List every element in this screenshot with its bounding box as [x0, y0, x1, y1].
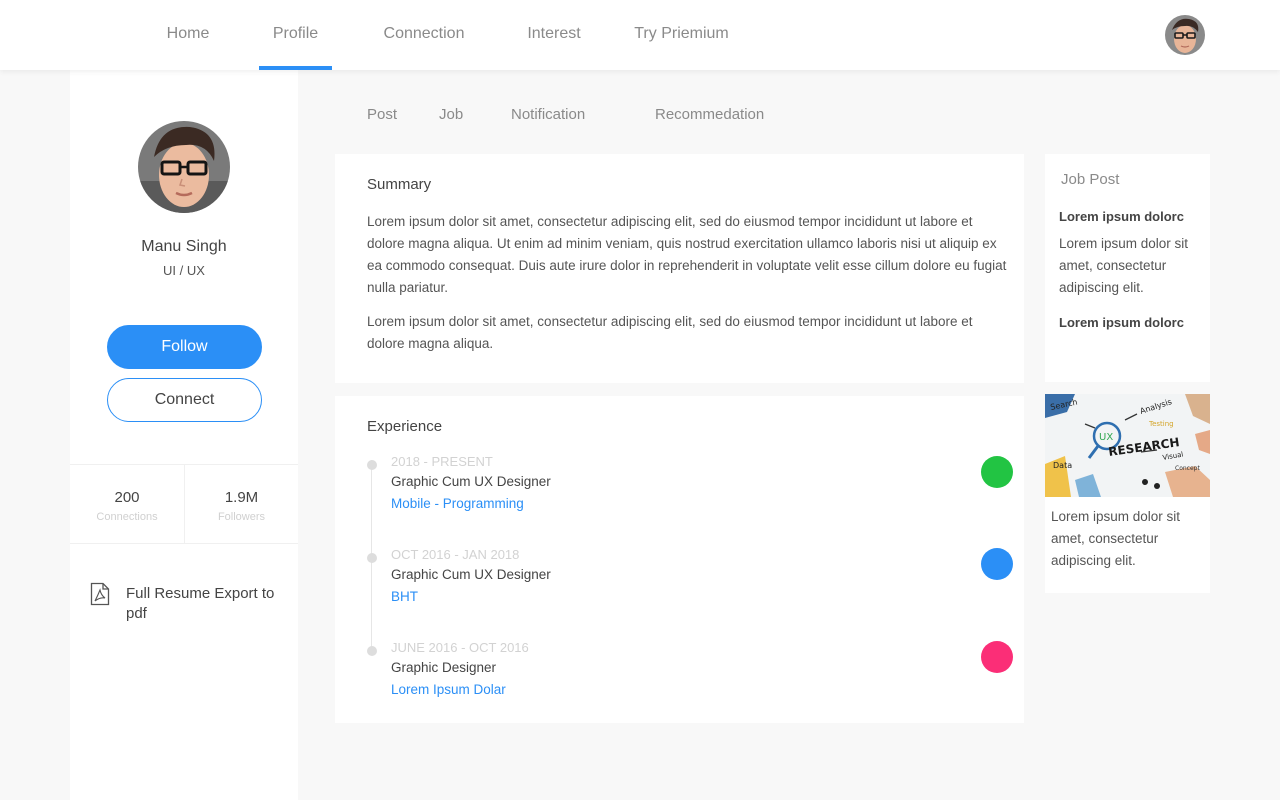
profile-name: Manu Singh — [141, 238, 227, 255]
experience-card: Experience 2018 - PRESENT Graphic Cum UX… — [335, 396, 1024, 723]
experience-date: OCT 2016 - JAN 2018 — [391, 547, 520, 562]
job-post-heading[interactable]: Lorem ipsum dolorc — [1059, 209, 1184, 224]
experience-date: 2018 - PRESENT — [391, 454, 493, 469]
tab-notification[interactable]: Notification — [511, 106, 585, 123]
stat-label: Connections — [96, 511, 158, 523]
nav-try-premium[interactable]: Try Priemium — [624, 0, 739, 70]
experience-item: OCT 2016 - JAN 2018 Graphic Cum UX Desig… — [367, 547, 1017, 617]
experience-role: Graphic Cum UX Designer — [391, 567, 551, 582]
nav-interest[interactable]: Interest — [514, 0, 594, 70]
connect-button[interactable]: Connect — [107, 378, 262, 422]
experience-role: Graphic Cum UX Designer — [391, 474, 551, 489]
pdf-file-icon — [90, 582, 110, 606]
top-navigation-bar: Home Profile Connection Interest Try Pri… — [0, 0, 1280, 70]
tab-recommendation[interactable]: Recommedation — [655, 106, 764, 123]
image-text-ux: UX — [1099, 432, 1113, 443]
job-post-heading[interactable]: Lorem ipsum dolorc — [1059, 315, 1184, 330]
timeline-dot — [367, 646, 377, 656]
summary-title: Summary — [367, 176, 432, 193]
timeline-dot — [367, 553, 377, 563]
summary-card: Summary Lorem ipsum dolor sit amet, cons… — [335, 154, 1024, 383]
experience-company-link[interactable]: BHT — [391, 589, 418, 604]
profile-avatar — [138, 121, 230, 213]
experience-item: JUNE 2016 - OCT 2016 Graphic Designer Lo… — [367, 640, 1017, 710]
image-text-concept: Concept — [1175, 465, 1200, 472]
image-text-testing: Testing — [1148, 420, 1174, 428]
stat-value: 200 — [114, 489, 140, 506]
ux-research-illustration: UX RESEARCH Search Analysis Testing Data… — [1045, 394, 1210, 497]
follow-button[interactable]: Follow — [107, 325, 262, 369]
resume-export-link[interactable]: Full Resume Export to pdf — [90, 582, 280, 630]
stat-followers[interactable]: 1.9M Followers — [184, 465, 298, 543]
nav-connection[interactable]: Connection — [370, 0, 478, 70]
resume-export-label: Full Resume Export to pdf — [126, 585, 275, 622]
image-text-data: Data — [1053, 461, 1072, 470]
user-avatar[interactable] — [1165, 15, 1205, 55]
job-post-text: Lorem ipsum dolor sit amet, consectetur … — [1059, 236, 1189, 295]
experience-role: Graphic Designer — [391, 660, 497, 675]
promo-text: Lorem ipsum dolor sit amet, consectetur … — [1051, 509, 1181, 568]
nav-home[interactable]: Home — [150, 0, 226, 70]
company-logo-pink — [981, 641, 1013, 673]
stat-label: Followers — [217, 511, 266, 523]
job-post-card: Job Post Lorem ipsum dolorc Lorem ipsum … — [1045, 154, 1210, 382]
tab-post[interactable]: Post — [367, 106, 397, 123]
profile-stats: 200 Connections 1.9M Followers — [70, 464, 298, 544]
profile-sidebar: Manu Singh UI / UX Follow Connect 200 Co… — [70, 70, 298, 800]
tab-job[interactable]: Job — [439, 106, 463, 123]
summary-paragraph: Lorem ipsum dolor sit amet, consectetur … — [367, 314, 973, 351]
company-logo-blue — [981, 548, 1013, 580]
experience-company-link[interactable]: Lorem Ipsum Dolar — [391, 682, 506, 697]
research-promo-card[interactable]: UX RESEARCH Search Analysis Testing Data… — [1045, 394, 1210, 593]
nav-profile[interactable]: Profile — [259, 0, 332, 70]
experience-title: Experience — [367, 418, 443, 435]
job-post-title: Job Post — [1061, 171, 1120, 188]
experience-item: 2018 - PRESENT Graphic Cum UX Designer M… — [367, 454, 1017, 524]
timeline-dot — [367, 460, 377, 470]
ux-research-image: UX RESEARCH Search Analysis Testing Data… — [1045, 394, 1210, 497]
stat-value: 1.9M — [224, 489, 259, 506]
profile-portrait — [138, 121, 230, 213]
stat-connections[interactable]: 200 Connections — [70, 465, 184, 543]
avatar-portrait — [1165, 15, 1205, 55]
experience-company-link[interactable]: Mobile - Programming — [391, 496, 524, 511]
experience-date: JUNE 2016 - OCT 2016 — [391, 640, 529, 655]
summary-paragraph: Lorem ipsum dolor sit amet, consectetur … — [367, 214, 1007, 295]
profile-role: UI / UX — [163, 263, 205, 278]
company-logo-green — [981, 456, 1013, 488]
